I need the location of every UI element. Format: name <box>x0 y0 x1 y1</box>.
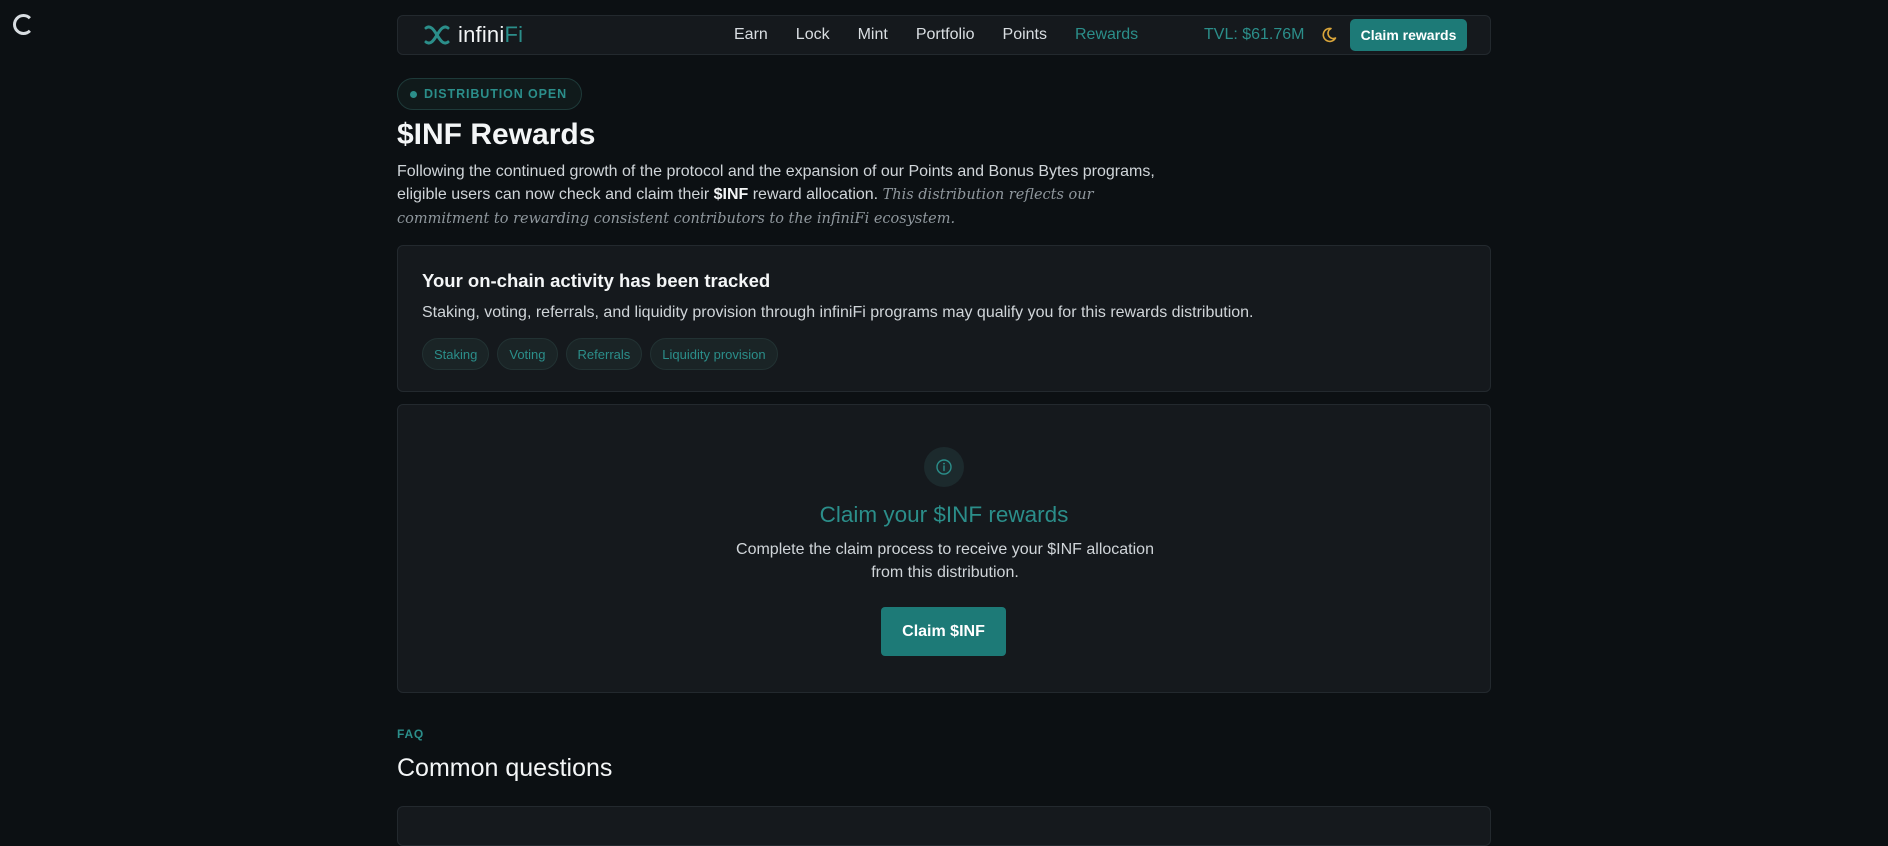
status-dot-icon <box>410 90 417 98</box>
nav-mint[interactable]: Mint <box>858 26 888 44</box>
distribution-status-badge: DISTRIBUTION OPEN <box>397 78 583 110</box>
chip-staking: Staking <box>422 338 490 370</box>
brand-logo[interactable]: infiniFi <box>422 22 523 48</box>
page-title: $INF Rewards <box>397 118 596 151</box>
activity-description: Staking, voting, referrals, and liquidit… <box>422 304 1254 321</box>
nav-rewards[interactable]: Rewards <box>1075 26 1138 44</box>
infinity-logo-icon <box>424 25 450 45</box>
nav-portfolio[interactable]: Portfolio <box>916 26 975 44</box>
tvl-readout: TVL: $61.76M <box>1204 26 1305 43</box>
brand-name: infiniFi <box>458 22 524 47</box>
chip-liquidity-provision: Liquidity provision <box>650 338 778 370</box>
badge-label: DISTRIBUTION OPEN <box>424 87 568 101</box>
chip-referrals: Referrals <box>565 338 643 370</box>
nav-earn[interactable]: Earn <box>734 26 768 44</box>
faq-title: Common questions <box>397 754 613 782</box>
moon-icon[interactable] <box>1320 26 1338 44</box>
activity-chips: Staking Voting Referrals Liquidity provi… <box>422 338 778 370</box>
activity-card: Your on-chain activity has been tracked … <box>397 245 1491 392</box>
nav-points[interactable]: Points <box>1003 26 1047 44</box>
chip-voting: Voting <box>497 338 558 370</box>
faq-accordion[interactable] <box>397 806 1491 846</box>
activity-title: Your on-chain activity has been tracked <box>422 270 771 291</box>
nav-lock[interactable]: Lock <box>796 26 830 44</box>
claim-title: Claim your $INF rewards <box>819 502 1069 527</box>
claim-inf-button[interactable]: Claim $INF <box>881 607 1006 656</box>
claim-rewards-button[interactable]: Claim rewards <box>1350 19 1467 51</box>
claim-card: Claim your $INF rewards Complete the cla… <box>397 404 1491 693</box>
top-navbar: infiniFi Earn Lock Mint Portfolio Points… <box>397 15 1491 55</box>
intro-paragraph: Following the continued growth of the pr… <box>397 163 1155 227</box>
loading-spinner-icon <box>13 14 34 35</box>
nav-links: Earn Lock Mint Portfolio Points Rewards <box>734 26 1166 44</box>
claim-description: Complete the claim process to receive yo… <box>736 541 1154 581</box>
info-icon <box>924 447 964 487</box>
faq-label: FAQ <box>397 727 425 741</box>
